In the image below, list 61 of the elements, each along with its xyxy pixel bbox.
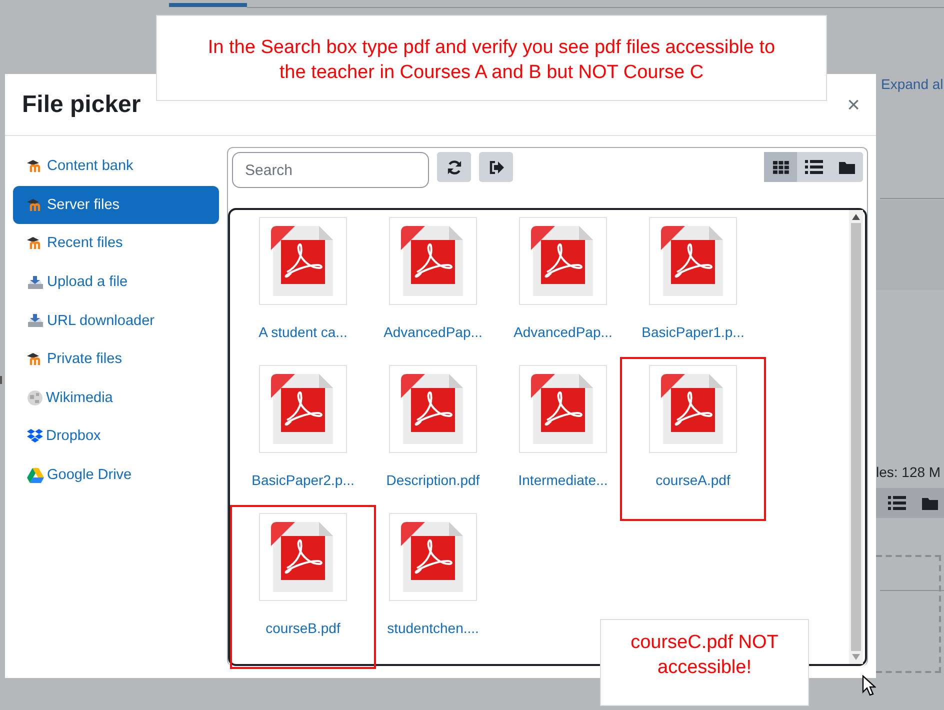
repository-item[interactable]: Recent files (13, 224, 219, 263)
grid-icon (772, 160, 788, 174)
file-thumbnail[interactable] (389, 365, 477, 453)
file-name[interactable]: courseA.pdf (656, 472, 730, 488)
file-thumbnail[interactable] (259, 365, 347, 453)
repository-item[interactable]: Content bank (13, 147, 219, 186)
pdf-file-icon (271, 374, 335, 444)
pdf-file-icon (661, 374, 725, 444)
file-name[interactable]: Description.pdf (386, 472, 480, 488)
list-icon (804, 160, 822, 174)
file-name[interactable]: AdvancedPap... (384, 324, 482, 340)
file-name[interactable]: studentchen.... (387, 620, 479, 636)
file-thumbnail[interactable] (389, 513, 477, 601)
edge-mark (0, 376, 2, 384)
pdf-file-icon (661, 226, 725, 296)
dropbox-icon (27, 428, 43, 444)
dialog-title: File picker (22, 90, 141, 118)
folder-icon (838, 160, 854, 174)
refresh-icon (446, 160, 462, 174)
repository-item[interactable]: Dropbox (13, 417, 219, 456)
expand-link[interactable]: Expand al (881, 76, 944, 92)
repository-item[interactable]: Private files (13, 340, 219, 379)
file-thumbnail[interactable] (389, 217, 477, 305)
close-button[interactable]: × (847, 92, 860, 118)
view-buttons[interactable] (876, 488, 944, 518)
file-thumbnail[interactable] (519, 365, 607, 453)
pdf-file-icon (401, 374, 465, 444)
file-thumbnail[interactable] (649, 217, 737, 305)
scrollbar[interactable] (849, 210, 863, 664)
scroll-up-icon[interactable] (852, 214, 860, 220)
search-field[interactable]: Search (232, 152, 429, 188)
file-thumbnail[interactable] (259, 217, 347, 305)
drive-icon (27, 468, 44, 483)
pdf-file-icon (531, 226, 595, 296)
upload-icon (27, 274, 44, 290)
file-name[interactable]: courseB.pdf (266, 620, 340, 636)
repository-item[interactable]: Server files (13, 186, 219, 224)
pdf-file-icon (401, 226, 465, 296)
repository-item[interactable]: URL downloader (13, 301, 219, 340)
logout-button[interactable] (479, 152, 513, 182)
file-name[interactable]: A student ca... (258, 324, 348, 340)
icon-view-button[interactable] (764, 152, 797, 182)
pdf-file-icon (401, 522, 465, 592)
file-name[interactable]: Intermediate... (518, 472, 608, 488)
file-thumbnail[interactable] (519, 217, 607, 305)
file-name[interactable]: BasicPaper2.p... (252, 472, 354, 488)
file-name[interactable]: AdvancedPap... (514, 324, 612, 340)
file-thumbnail[interactable] (649, 365, 737, 453)
refresh-button[interactable] (437, 152, 471, 182)
repository-item[interactable]: Wikimedia (13, 378, 219, 418)
file-thumbnail[interactable] (259, 513, 347, 601)
size-text: les: 128 M (876, 464, 941, 480)
repository-item[interactable]: Google Drive (13, 456, 219, 494)
file-name[interactable]: BasicPaper1.p... (642, 324, 744, 340)
upload-icon (27, 313, 44, 328)
pdf-file-icon (271, 226, 335, 296)
repository-item[interactable]: Upload a file (13, 262, 219, 302)
pdf-file-icon (271, 522, 335, 592)
globe-icon (27, 390, 43, 406)
pdf-file-icon (531, 374, 595, 444)
exit-icon (488, 160, 504, 174)
